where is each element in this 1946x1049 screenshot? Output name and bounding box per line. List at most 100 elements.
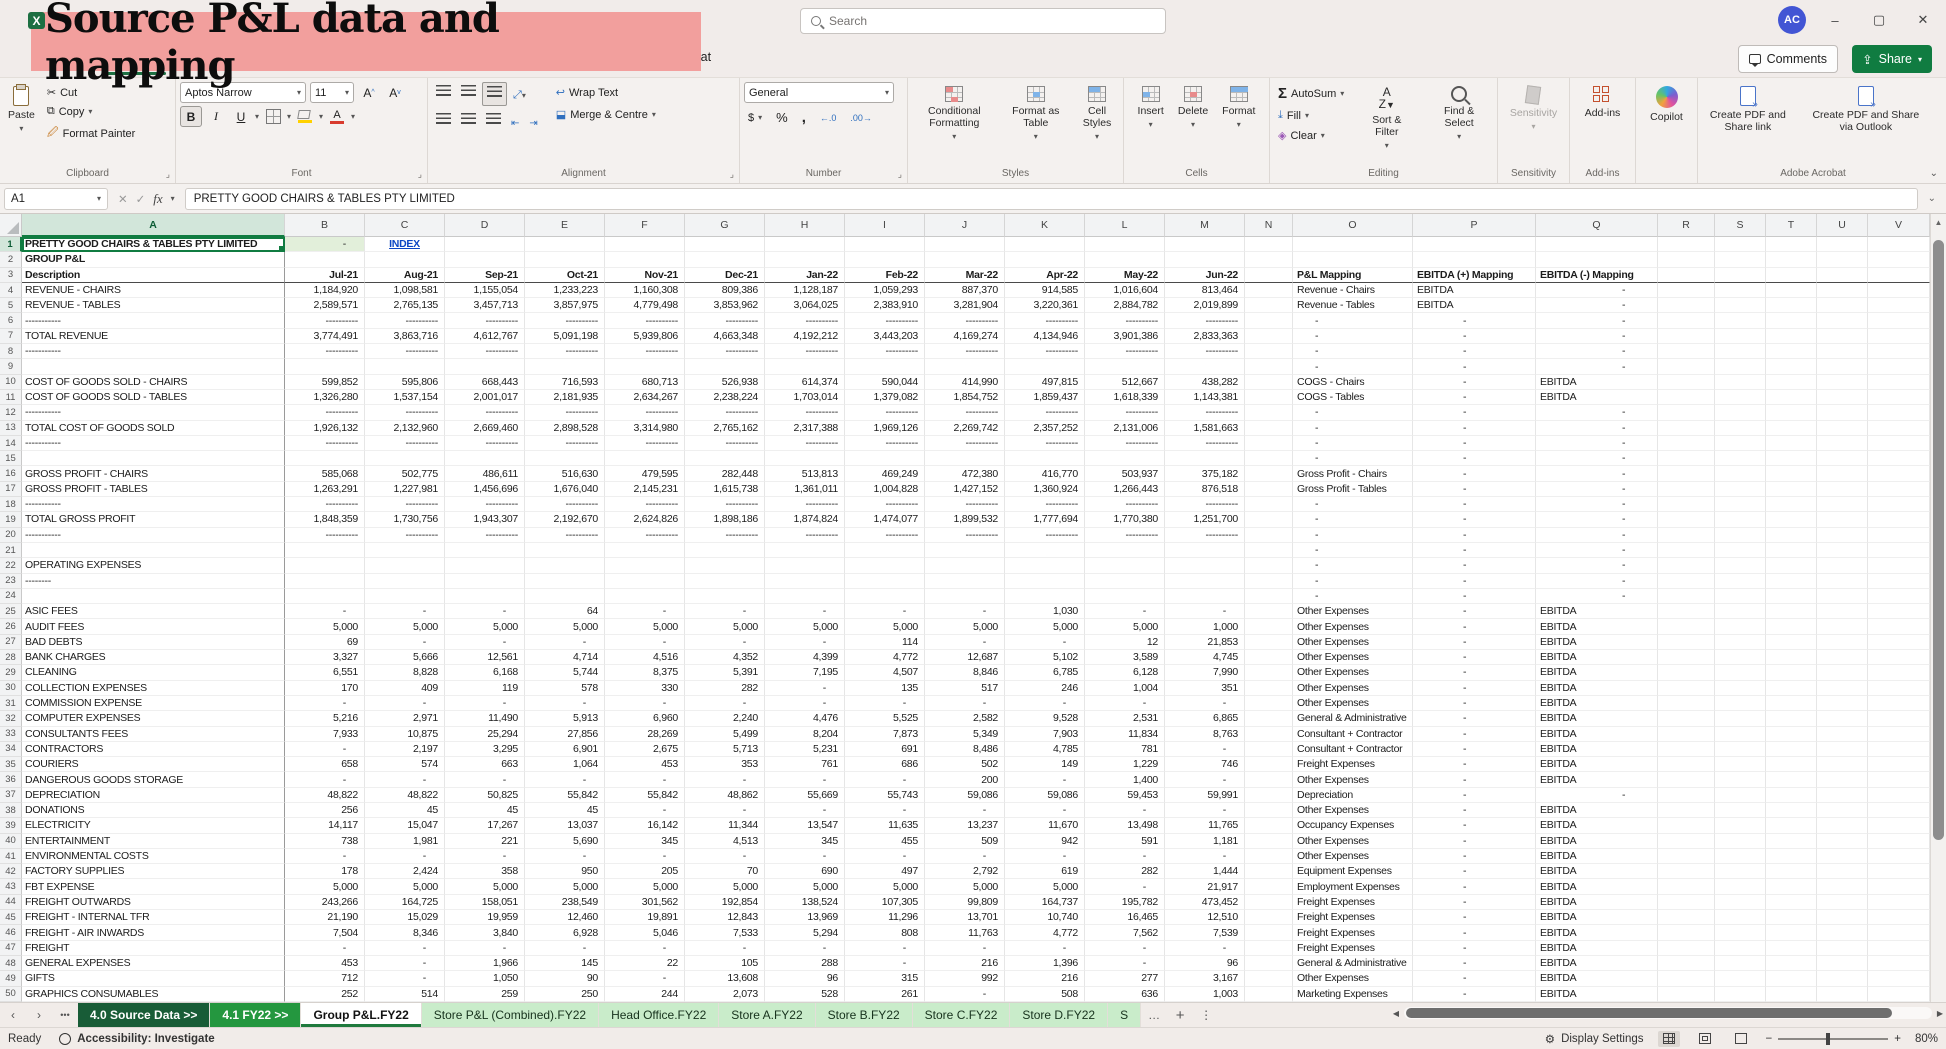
cell-V17[interactable] xyxy=(1868,482,1930,497)
cell-G20[interactable]: ---------- xyxy=(685,528,765,543)
cell-U31[interactable] xyxy=(1817,696,1868,711)
cell-R17[interactable] xyxy=(1658,482,1715,497)
cell-M24[interactable] xyxy=(1165,589,1245,604)
cell-F36[interactable]: - xyxy=(605,772,685,787)
cell-F3[interactable]: Nov-21 xyxy=(605,268,685,283)
cell-G12[interactable]: ---------- xyxy=(685,405,765,420)
cell-E31[interactable]: - xyxy=(525,696,605,711)
cell-J34[interactable]: 8,486 xyxy=(925,742,1005,757)
zoom-slider[interactable]: − + xyxy=(1766,1033,1901,1045)
sheet-menu-button[interactable]: ⋮ xyxy=(1193,1003,1219,1027)
cell-F31[interactable]: - xyxy=(605,696,685,711)
cell-F14[interactable]: ---------- xyxy=(605,436,685,451)
cell-M25[interactable]: - xyxy=(1165,604,1245,619)
cell-K25[interactable]: 1,030 xyxy=(1005,604,1085,619)
cell-N10[interactable] xyxy=(1245,375,1293,390)
cell-K45[interactable]: 10,740 xyxy=(1005,910,1085,925)
cell-R7[interactable] xyxy=(1658,329,1715,344)
cell-L37[interactable]: 59,453 xyxy=(1085,788,1165,803)
cell-H26[interactable]: 5,000 xyxy=(765,619,845,634)
cell-P10[interactable]: - xyxy=(1413,375,1536,390)
column-header-M[interactable]: M xyxy=(1165,214,1245,237)
page-break-view-button[interactable] xyxy=(1730,1031,1752,1047)
cell-P7[interactable]: - xyxy=(1413,329,1536,344)
cell-P8[interactable]: - xyxy=(1413,344,1536,359)
cell-P45[interactable]: - xyxy=(1413,910,1536,925)
cell-F20[interactable]: ---------- xyxy=(605,528,685,543)
cell-L5[interactable]: 2,884,782 xyxy=(1085,298,1165,313)
cell-I41[interactable]: - xyxy=(845,849,925,864)
cell-V34[interactable] xyxy=(1868,742,1930,757)
cell-K12[interactable]: ---------- xyxy=(1005,405,1085,420)
cell-G35[interactable]: 353 xyxy=(685,757,765,772)
row-header-43[interactable]: 43 xyxy=(0,879,22,894)
cell-R40[interactable] xyxy=(1658,834,1715,849)
cell-O44[interactable]: Freight Expenses xyxy=(1293,895,1413,910)
cell-M12[interactable]: ---------- xyxy=(1165,405,1245,420)
cell-T40[interactable] xyxy=(1766,834,1817,849)
cell-T27[interactable] xyxy=(1766,635,1817,650)
cell-G46[interactable]: 7,533 xyxy=(685,925,765,940)
cell-C22[interactable] xyxy=(365,558,445,573)
autosum-button[interactable]: ΣAutoSum▾ xyxy=(1274,83,1348,104)
scroll-up-arrow[interactable]: ▲ xyxy=(1931,214,1946,230)
cell-B49[interactable]: 712 xyxy=(285,971,365,986)
cell-V20[interactable] xyxy=(1868,528,1930,543)
cell-C36[interactable]: - xyxy=(365,772,445,787)
cell-R28[interactable] xyxy=(1658,650,1715,665)
cell-K9[interactable] xyxy=(1005,359,1085,374)
cell-L16[interactable]: 503,937 xyxy=(1085,466,1165,481)
cell-F42[interactable]: 205 xyxy=(605,864,685,879)
cell-O36[interactable]: Other Expenses xyxy=(1293,772,1413,787)
column-header-G[interactable]: G xyxy=(685,214,765,237)
cell-I24[interactable] xyxy=(845,589,925,604)
cell-D39[interactable]: 17,267 xyxy=(445,818,525,833)
create-pdf-share-link-button[interactable]: Create PDF and Share link xyxy=(1702,82,1794,137)
cell-F41[interactable]: - xyxy=(605,849,685,864)
cell-T47[interactable] xyxy=(1766,941,1817,956)
cell-A32[interactable]: COMPUTER EXPENSES xyxy=(22,711,285,726)
row-header-32[interactable]: 32 xyxy=(0,711,22,726)
scroll-right-arrow[interactable]: ▶ xyxy=(1934,1009,1946,1018)
cell-G33[interactable]: 5,499 xyxy=(685,727,765,742)
cell-J11[interactable]: 1,854,752 xyxy=(925,390,1005,405)
cell-B4[interactable]: 1,184,920 xyxy=(285,283,365,298)
expand-formula-bar-button[interactable]: ⌄ xyxy=(1922,193,1942,204)
cell-B31[interactable]: - xyxy=(285,696,365,711)
cell-D18[interactable]: ---------- xyxy=(445,497,525,512)
cell-E20[interactable]: ---------- xyxy=(525,528,605,543)
cell-A37[interactable]: DEPRECIATION xyxy=(22,788,285,803)
cell-B30[interactable]: 170 xyxy=(285,681,365,696)
cell-D28[interactable]: 12,561 xyxy=(445,650,525,665)
cell-C5[interactable]: 2,765,135 xyxy=(365,298,445,313)
cell-N26[interactable] xyxy=(1245,619,1293,634)
cell-Q9[interactable]: - xyxy=(1536,359,1658,374)
cell-N7[interactable] xyxy=(1245,329,1293,344)
cell-C13[interactable]: 2,132,960 xyxy=(365,421,445,436)
cell-H35[interactable]: 761 xyxy=(765,757,845,772)
minimize-button[interactable]: – xyxy=(1820,7,1850,33)
cell-O29[interactable]: Other Expenses xyxy=(1293,665,1413,680)
cell-V29[interactable] xyxy=(1868,665,1930,680)
cell-H48[interactable]: 288 xyxy=(765,956,845,971)
cell-H10[interactable]: 614,374 xyxy=(765,375,845,390)
cell-T24[interactable] xyxy=(1766,589,1817,604)
cell-F34[interactable]: 2,675 xyxy=(605,742,685,757)
row-header-48[interactable]: 48 xyxy=(0,956,22,971)
column-header-A[interactable]: A xyxy=(22,214,285,237)
cell-U10[interactable] xyxy=(1817,375,1868,390)
cell-O3[interactable]: P&L Mapping xyxy=(1293,268,1413,283)
cell-M28[interactable]: 4,745 xyxy=(1165,650,1245,665)
normal-view-button[interactable] xyxy=(1658,1031,1680,1047)
cell-T44[interactable] xyxy=(1766,895,1817,910)
cell-G50[interactable]: 2,073 xyxy=(685,987,765,1002)
cell-G13[interactable]: 2,765,162 xyxy=(685,421,765,436)
cell-J20[interactable]: ---------- xyxy=(925,528,1005,543)
cell-F43[interactable]: 5,000 xyxy=(605,879,685,894)
cell-T33[interactable] xyxy=(1766,727,1817,742)
cell-N17[interactable] xyxy=(1245,482,1293,497)
cell-S47[interactable] xyxy=(1715,941,1766,956)
cell-N14[interactable] xyxy=(1245,436,1293,451)
cell-U38[interactable] xyxy=(1817,803,1868,818)
cell-H18[interactable]: ---------- xyxy=(765,497,845,512)
